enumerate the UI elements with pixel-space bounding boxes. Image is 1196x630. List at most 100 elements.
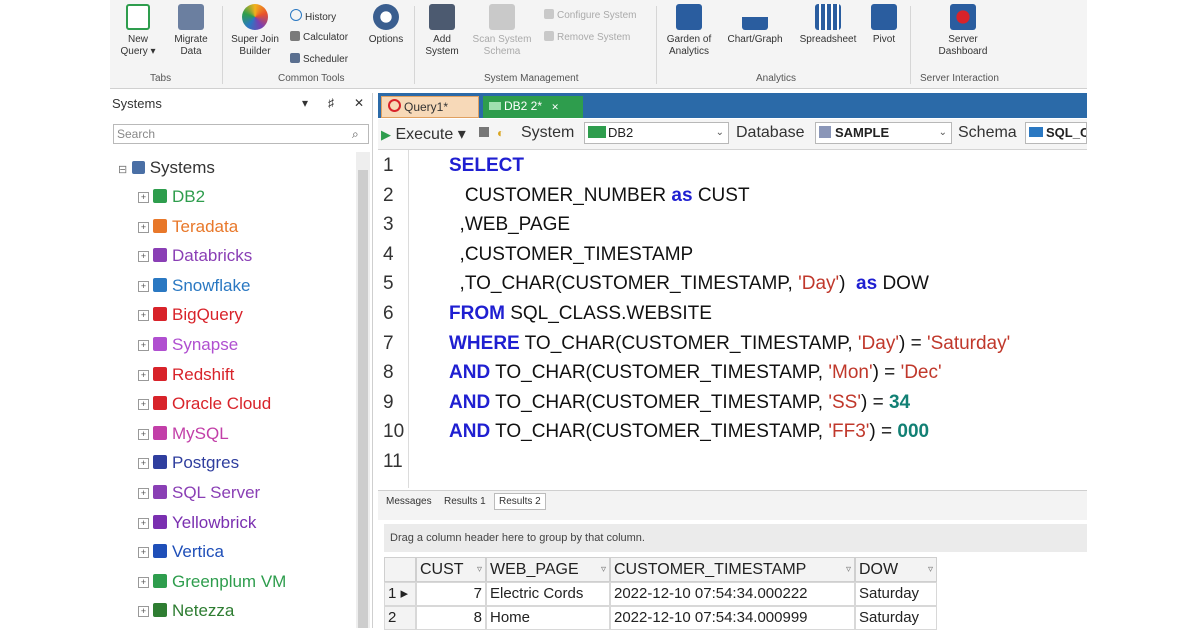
expand-icon[interactable]: +	[138, 369, 149, 381]
column-header[interactable]: ▿ DOW	[855, 557, 937, 582]
line-number: 8	[383, 362, 394, 384]
code-token: AND	[449, 421, 491, 443]
grid-cell[interactable]: 2022-12-10 07:54:34.000222	[610, 582, 855, 606]
systems-search-input[interactable]: Search	[113, 124, 369, 144]
tab-results-2[interactable]: Results 2	[494, 493, 546, 510]
expand-icon[interactable]: +	[138, 280, 149, 292]
chart-graph-button[interactable]: Chart/Graph	[722, 4, 788, 46]
execute-button[interactable]: ▶ Execute ▾	[381, 124, 466, 144]
close-tab-icon[interactable]: ✕	[551, 102, 559, 112]
system-tree-item[interactable]: + Greenplum VM	[138, 571, 286, 593]
migrate-data-button[interactable]: Migrate Data	[168, 4, 214, 58]
expand-icon[interactable]: +	[138, 428, 149, 440]
grid-cell[interactable]: Saturday	[855, 582, 937, 606]
search-icon[interactable]: ⌕	[352, 127, 359, 142]
system-tree-item[interactable]: + Redshift	[138, 364, 234, 386]
spreadsheet-button[interactable]: Spreadsheet	[796, 4, 860, 46]
expand-icon[interactable]: +	[138, 547, 149, 559]
stop-icon[interactable]	[479, 127, 489, 137]
schema-select[interactable]: SQL_C	[1025, 122, 1087, 144]
remove-system-button[interactable]: Remove System	[544, 31, 630, 45]
filter-icon[interactable]: ▿	[601, 558, 606, 581]
expand-icon[interactable]: +	[138, 458, 149, 470]
panel-menu-icon[interactable]: ▾	[302, 96, 308, 110]
options-button[interactable]: Options	[364, 4, 408, 46]
code-token: 'Day'	[857, 332, 899, 354]
system-tree-item[interactable]: + Yellowbrick	[138, 512, 256, 534]
new-query-button[interactable]: New Query ▾	[118, 4, 158, 58]
column-header[interactable]: ▿ WEB_PAGE	[486, 557, 610, 582]
systems-scrollbar-thumb[interactable]	[358, 170, 368, 628]
system-tree-item[interactable]: + Databricks	[138, 245, 252, 267]
grid-cell[interactable]: 8	[416, 606, 486, 630]
expand-icon[interactable]: +	[138, 251, 149, 263]
grid-cell[interactable]: Electric Cords	[486, 582, 610, 606]
schema-select-value: SQL_C	[1046, 125, 1087, 140]
pivot-button[interactable]: Pivot	[866, 4, 902, 46]
server-dashboard-button[interactable]: Server Dashboard	[930, 4, 996, 58]
code-line: ,WEB_PAGE	[449, 214, 571, 236]
system-tree-item[interactable]: + Netezza	[138, 600, 234, 622]
grid-cell[interactable]: Home	[486, 606, 610, 630]
expand-icon[interactable]: +	[138, 221, 149, 233]
tab-db2[interactable]: DB2 2* ✕	[483, 96, 583, 118]
column-header-label: DOW	[859, 561, 899, 578]
calculator-button[interactable]: Calculator	[290, 31, 348, 45]
system-tree-item[interactable]: + Postgres	[138, 452, 239, 474]
expand-icon[interactable]: +	[138, 606, 149, 618]
ribbon-separator	[222, 6, 223, 84]
database-icon	[819, 126, 831, 138]
filter-icon[interactable]: ▿	[928, 558, 933, 581]
row-header[interactable]: 1 ▸	[384, 582, 416, 606]
system-select[interactable]: DB2 ⌄	[584, 122, 729, 144]
system-tree-label: Vertica	[172, 542, 224, 562]
expand-icon[interactable]: +	[138, 576, 149, 588]
configure-system-icon	[544, 9, 554, 19]
expand-icon[interactable]: +	[138, 192, 149, 203]
column-header[interactable]: ▿ CUST	[416, 557, 486, 582]
expand-icon[interactable]: +	[138, 517, 149, 529]
system-management-group-label: System Management	[484, 73, 579, 84]
tab-messages[interactable]: Messages	[386, 496, 432, 507]
system-tree-item[interactable]: + Snowflake	[138, 275, 250, 297]
scan-system-schema-button[interactable]: Scan System Schema	[470, 4, 534, 58]
row-header[interactable]: 2	[384, 606, 416, 630]
parse-icon[interactable]: ◐	[497, 126, 504, 140]
tab-results-1[interactable]: Results 1	[444, 496, 486, 507]
history-button[interactable]: History	[290, 9, 336, 23]
code-line: ,TO_CHAR(CUSTOMER_TIMESTAMP, 'Day') as D…	[449, 273, 929, 295]
pin-icon[interactable]: ♯	[328, 96, 334, 110]
panel-close-icon[interactable]: ✕	[354, 96, 364, 110]
filter-icon[interactable]: ▿	[846, 558, 851, 581]
systems-tree-root[interactable]: ⊟ Systems	[118, 158, 215, 178]
line-number: 10	[383, 421, 405, 443]
line-number: 9	[383, 391, 394, 413]
expand-icon[interactable]: +	[138, 310, 149, 322]
expand-icon[interactable]: +	[138, 399, 149, 411]
add-system-button[interactable]: Add System	[420, 4, 464, 58]
system-tree-item[interactable]: + Vertica	[138, 541, 224, 563]
tab-query1[interactable]: Query1*	[381, 96, 479, 118]
system-tree-item[interactable]: + MySQL	[138, 423, 229, 445]
database-select[interactable]: SAMPLE ⌄	[815, 122, 952, 144]
filter-icon[interactable]: ▿	[477, 558, 482, 581]
column-header[interactable]: ▿ CUSTOMER_TIMESTAMP	[610, 557, 855, 582]
system-tree-item[interactable]: + SQL Server	[138, 482, 260, 504]
system-icon	[153, 277, 167, 292]
code-token: as	[671, 184, 693, 206]
grid-cell[interactable]: 2022-12-10 07:54:34.000999	[610, 606, 855, 630]
system-tree-item[interactable]: + Oracle Cloud	[138, 393, 271, 415]
expand-icon[interactable]: +	[138, 340, 149, 351]
collapse-icon[interactable]: ⊟	[118, 164, 127, 176]
system-tree-item[interactable]: + DB2	[138, 186, 205, 208]
grid-cell[interactable]: 7	[416, 582, 486, 606]
system-tree-item[interactable]: + BigQuery	[138, 304, 243, 326]
expand-icon[interactable]: +	[138, 488, 149, 499]
scheduler-button[interactable]: Scheduler	[290, 53, 348, 67]
super-join-builder-button[interactable]: Super Join Builder	[228, 4, 282, 58]
garden-of-analytics-button[interactable]: Garden of Analytics	[660, 4, 718, 58]
system-tree-item[interactable]: + Synapse	[138, 334, 238, 356]
grid-cell[interactable]: Saturday	[855, 606, 937, 630]
system-tree-item[interactable]: + Teradata	[138, 216, 238, 238]
configure-system-button[interactable]: Configure System	[544, 9, 636, 23]
